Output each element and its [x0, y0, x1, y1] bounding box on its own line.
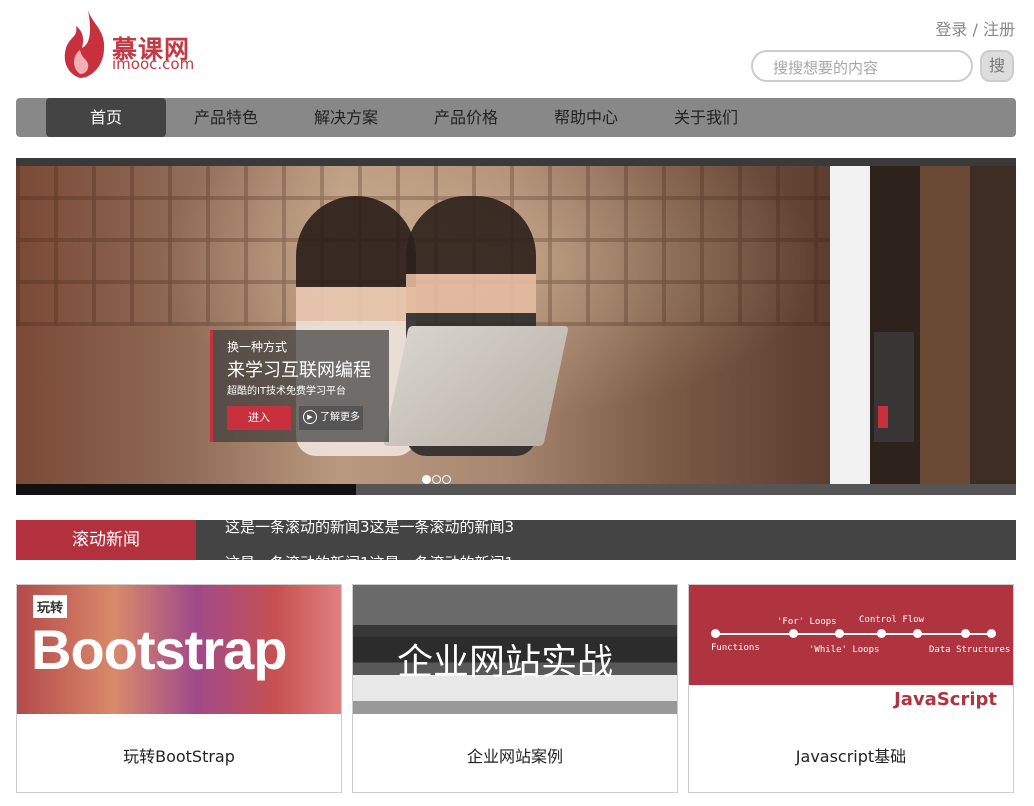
course-thumb-javascript[interactable]: Functions 'For' Loops 'While' Loops Cont… — [689, 585, 1013, 714]
timeline-line — [713, 633, 993, 635]
banner-top-bar — [16, 158, 1016, 166]
thumb-tag: 玩转 — [33, 595, 68, 618]
search-box — [751, 50, 973, 82]
timeline-node — [987, 629, 996, 638]
register-link[interactable]: 注册 — [983, 20, 1015, 39]
auth-links: 登录 / 注册 — [935, 16, 1015, 40]
timeline-node — [711, 629, 720, 638]
course-card-javascript[interactable]: Functions 'For' Loops 'While' Loops Cont… — [688, 584, 1014, 793]
logo-domain-text: imooc.com — [112, 55, 195, 73]
login-link[interactable]: 登录 — [935, 20, 967, 39]
search-button[interactable]: 搜 — [980, 50, 1014, 82]
banner-more-label: 了解更多 — [320, 412, 360, 423]
flame-logo-icon — [64, 10, 105, 78]
news-label: 滚动新闻 — [16, 520, 196, 560]
nav-item-features[interactable]: 产品特色 — [166, 98, 286, 137]
news-item[interactable]: 这是一条滚动的新闻1这是一条滚动的新闻1 — [225, 552, 514, 560]
nav-item-solutions[interactable]: 解决方案 — [286, 98, 406, 137]
timeline-node — [913, 629, 922, 638]
banner-next-caption — [874, 332, 914, 442]
banner-carousel[interactable]: 换一种方式 来学习互联网编程 超酷的IT技术免费学习平台 进入 ▶ 了解更多 — [16, 166, 1016, 484]
banner-progress-bar — [16, 484, 1016, 495]
search-input[interactable] — [771, 56, 965, 80]
banner-caption: 换一种方式 来学习互联网编程 超酷的IT技术免费学习平台 进入 ▶ 了解更多 — [210, 330, 389, 442]
banner-slide-next[interactable] — [830, 166, 1016, 484]
logo[interactable]: 慕课网 imooc.com — [62, 8, 212, 84]
timeline-label: 'For' Loops — [777, 617, 837, 627]
banner-caption-headline: 来学习互联网编程 — [227, 360, 371, 381]
banner-caption-subtitle: 超酷的IT技术免费学习平台 — [227, 386, 347, 397]
banner-caption-line1: 换一种方式 — [227, 340, 288, 354]
timeline-node — [789, 629, 798, 638]
course-title[interactable]: 玩转BootStrap — [17, 743, 341, 767]
timeline-node — [961, 629, 970, 638]
course-thumb-enterprise[interactable]: 企业网站实战 — [353, 585, 677, 714]
banner-slide-main[interactable] — [16, 166, 830, 484]
carousel-dot-3[interactable] — [442, 475, 451, 484]
timeline-label: 'While' Loops — [809, 645, 880, 655]
course-card-bootstrap[interactable]: 玩转 Bootstrap 玩转BootStrap — [16, 584, 342, 793]
banner-more-button[interactable]: ▶ 了解更多 — [299, 406, 363, 430]
news-item[interactable]: 这是一条滚动的新闻3这是一条滚动的新闻3 — [225, 520, 514, 537]
nav-item-home[interactable]: 首页 — [46, 98, 166, 137]
thumb-title: JavaScript — [894, 689, 997, 710]
timeline-label: Data Structures — [929, 645, 1011, 655]
timeline-label: Functions — [711, 643, 760, 653]
news-ticker: 滚动新闻 这是一条滚动的新闻3这是一条滚动的新闻3 这是一条滚动的新闻1这是一条… — [16, 520, 1016, 560]
timeline-node — [877, 629, 886, 638]
banner-progress-fill — [16, 484, 356, 495]
nav-item-about[interactable]: 关于我们 — [646, 98, 766, 137]
carousel-dot-1[interactable] — [422, 475, 431, 484]
timeline-node — [835, 629, 844, 638]
course-title[interactable]: 企业网站案例 — [353, 743, 677, 767]
timeline-label: Control Flow — [859, 615, 925, 625]
banner-laptop — [383, 326, 569, 446]
main-nav: 首页 产品特色 解决方案 产品价格 帮助中心 关于我们 — [16, 98, 1016, 137]
play-icon: ▶ — [303, 410, 317, 424]
thumb-title: Bootstrap — [31, 618, 287, 681]
nav-item-help[interactable]: 帮助中心 — [526, 98, 646, 137]
banner-enter-button[interactable]: 进入 — [227, 406, 291, 430]
carousel-dot-2[interactable] — [432, 475, 441, 484]
course-card-enterprise[interactable]: 企业网站实战 企业网站案例 — [352, 584, 678, 793]
carousel-indicators — [422, 469, 452, 484]
course-thumb-bootstrap[interactable]: 玩转 Bootstrap — [17, 585, 341, 714]
thumb-title: 企业网站实战 — [397, 642, 614, 683]
nav-item-pricing[interactable]: 产品价格 — [406, 98, 526, 137]
auth-separator: / — [972, 20, 978, 39]
course-title[interactable]: Javascript基础 — [689, 743, 1013, 767]
